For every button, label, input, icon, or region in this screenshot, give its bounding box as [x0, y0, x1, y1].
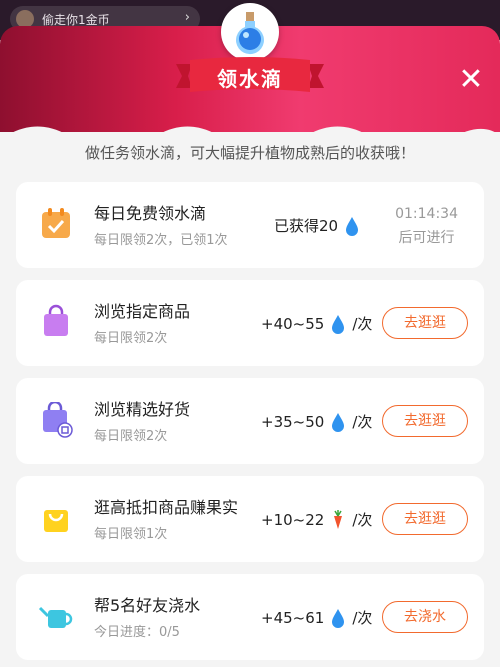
reward-text: 已获得20 [274, 217, 339, 235]
task-card-browse-selected: 浏览精选好货 每日限领2次 +35~50 /次 去逛逛 [16, 378, 484, 464]
reward-text: +40~55 [261, 314, 325, 333]
task-title: 每日免费领水滴 [94, 204, 207, 223]
reward-unit: /次 [352, 609, 373, 627]
water-drop-icon [332, 608, 345, 628]
go-browse-button[interactable]: 去逛逛 [382, 405, 468, 437]
task-card-high-deduction: 逛高抵扣商品赚果实 每日限领1次 +10~22 /次 去逛逛 [16, 476, 484, 562]
task-card-browse-products: 浏览指定商品 每日限领2次 +40~55 /次 去逛逛 [16, 280, 484, 366]
task-reward: 已获得20 [274, 215, 366, 236]
reward-unit: /次 [352, 511, 373, 529]
task-card-free-water: 每日免费领水滴 每日限领2次，已领1次 已获得20 01:14:34 后可进行 [16, 182, 484, 268]
go-browse-button[interactable]: 去逛逛 [382, 503, 468, 535]
yellow-bag-icon [44, 510, 68, 532]
task-reward: +10~22 /次 [261, 509, 372, 530]
water-drop-icon [332, 314, 345, 334]
task-title: 帮5名好友浇水 [94, 596, 201, 615]
task-reward: +45~61 /次 [261, 607, 372, 628]
chevron-right-icon: › [184, 10, 190, 25]
timer-label: 后可进行 [398, 230, 455, 246]
go-browse-button[interactable]: 去逛逛 [382, 307, 468, 339]
task-title: 浏览指定商品 [94, 302, 191, 321]
task-reward: +40~55 /次 [261, 313, 372, 334]
reward-text: +10~22 [261, 510, 325, 529]
reward-unit: /次 [352, 413, 373, 431]
bag-icon [44, 304, 68, 336]
water-drop-icon [332, 412, 345, 432]
task-reward: +35~50 /次 [261, 411, 372, 432]
carrot-icon [334, 509, 343, 529]
subtitle-text: 做任务领水滴，可大幅提升植物成熟后的收获哦！ [84, 144, 415, 162]
reward-text: +45~61 [261, 608, 325, 627]
close-button[interactable]: ✕ [456, 65, 486, 96]
task-card-water-friends: 帮5名好友浇水 今日进度：0/5 +45~61 /次 去浇水 [16, 574, 484, 660]
cooldown-timer: 01:14:34 后可进行 [395, 202, 458, 250]
water-bottle-icon [221, 3, 279, 61]
water-drop-icon [346, 216, 359, 236]
calendar-icon [42, 208, 70, 238]
modal-title: 领水滴 [217, 67, 283, 91]
notice-text: 偷走你1金币 [42, 12, 110, 27]
task-limit: 每日限领2次 [94, 429, 168, 444]
task-limit: 每日限领1次 [94, 527, 168, 542]
shopping-bag-icon [43, 402, 73, 438]
reward-text: +35~50 [261, 412, 325, 431]
task-title: 逛高抵扣商品赚果实 [94, 498, 239, 517]
task-progress: 今日进度：0/5 [94, 625, 180, 640]
watering-can-icon [38, 606, 73, 628]
reward-unit: /次 [352, 315, 373, 333]
task-panel: 做任务领水滴，可大幅提升植物成熟后的收获哦！ 每日免费领水滴 每日限领2次，已领… [0, 132, 500, 667]
task-limit: 每日限领2次，已领1次 [94, 233, 228, 248]
task-title: 浏览精选好货 [94, 400, 191, 419]
timer-time: 01:14:34 [395, 206, 458, 222]
go-water-button[interactable]: 去浇水 [382, 601, 468, 633]
task-limit: 每日限领2次 [94, 331, 168, 346]
